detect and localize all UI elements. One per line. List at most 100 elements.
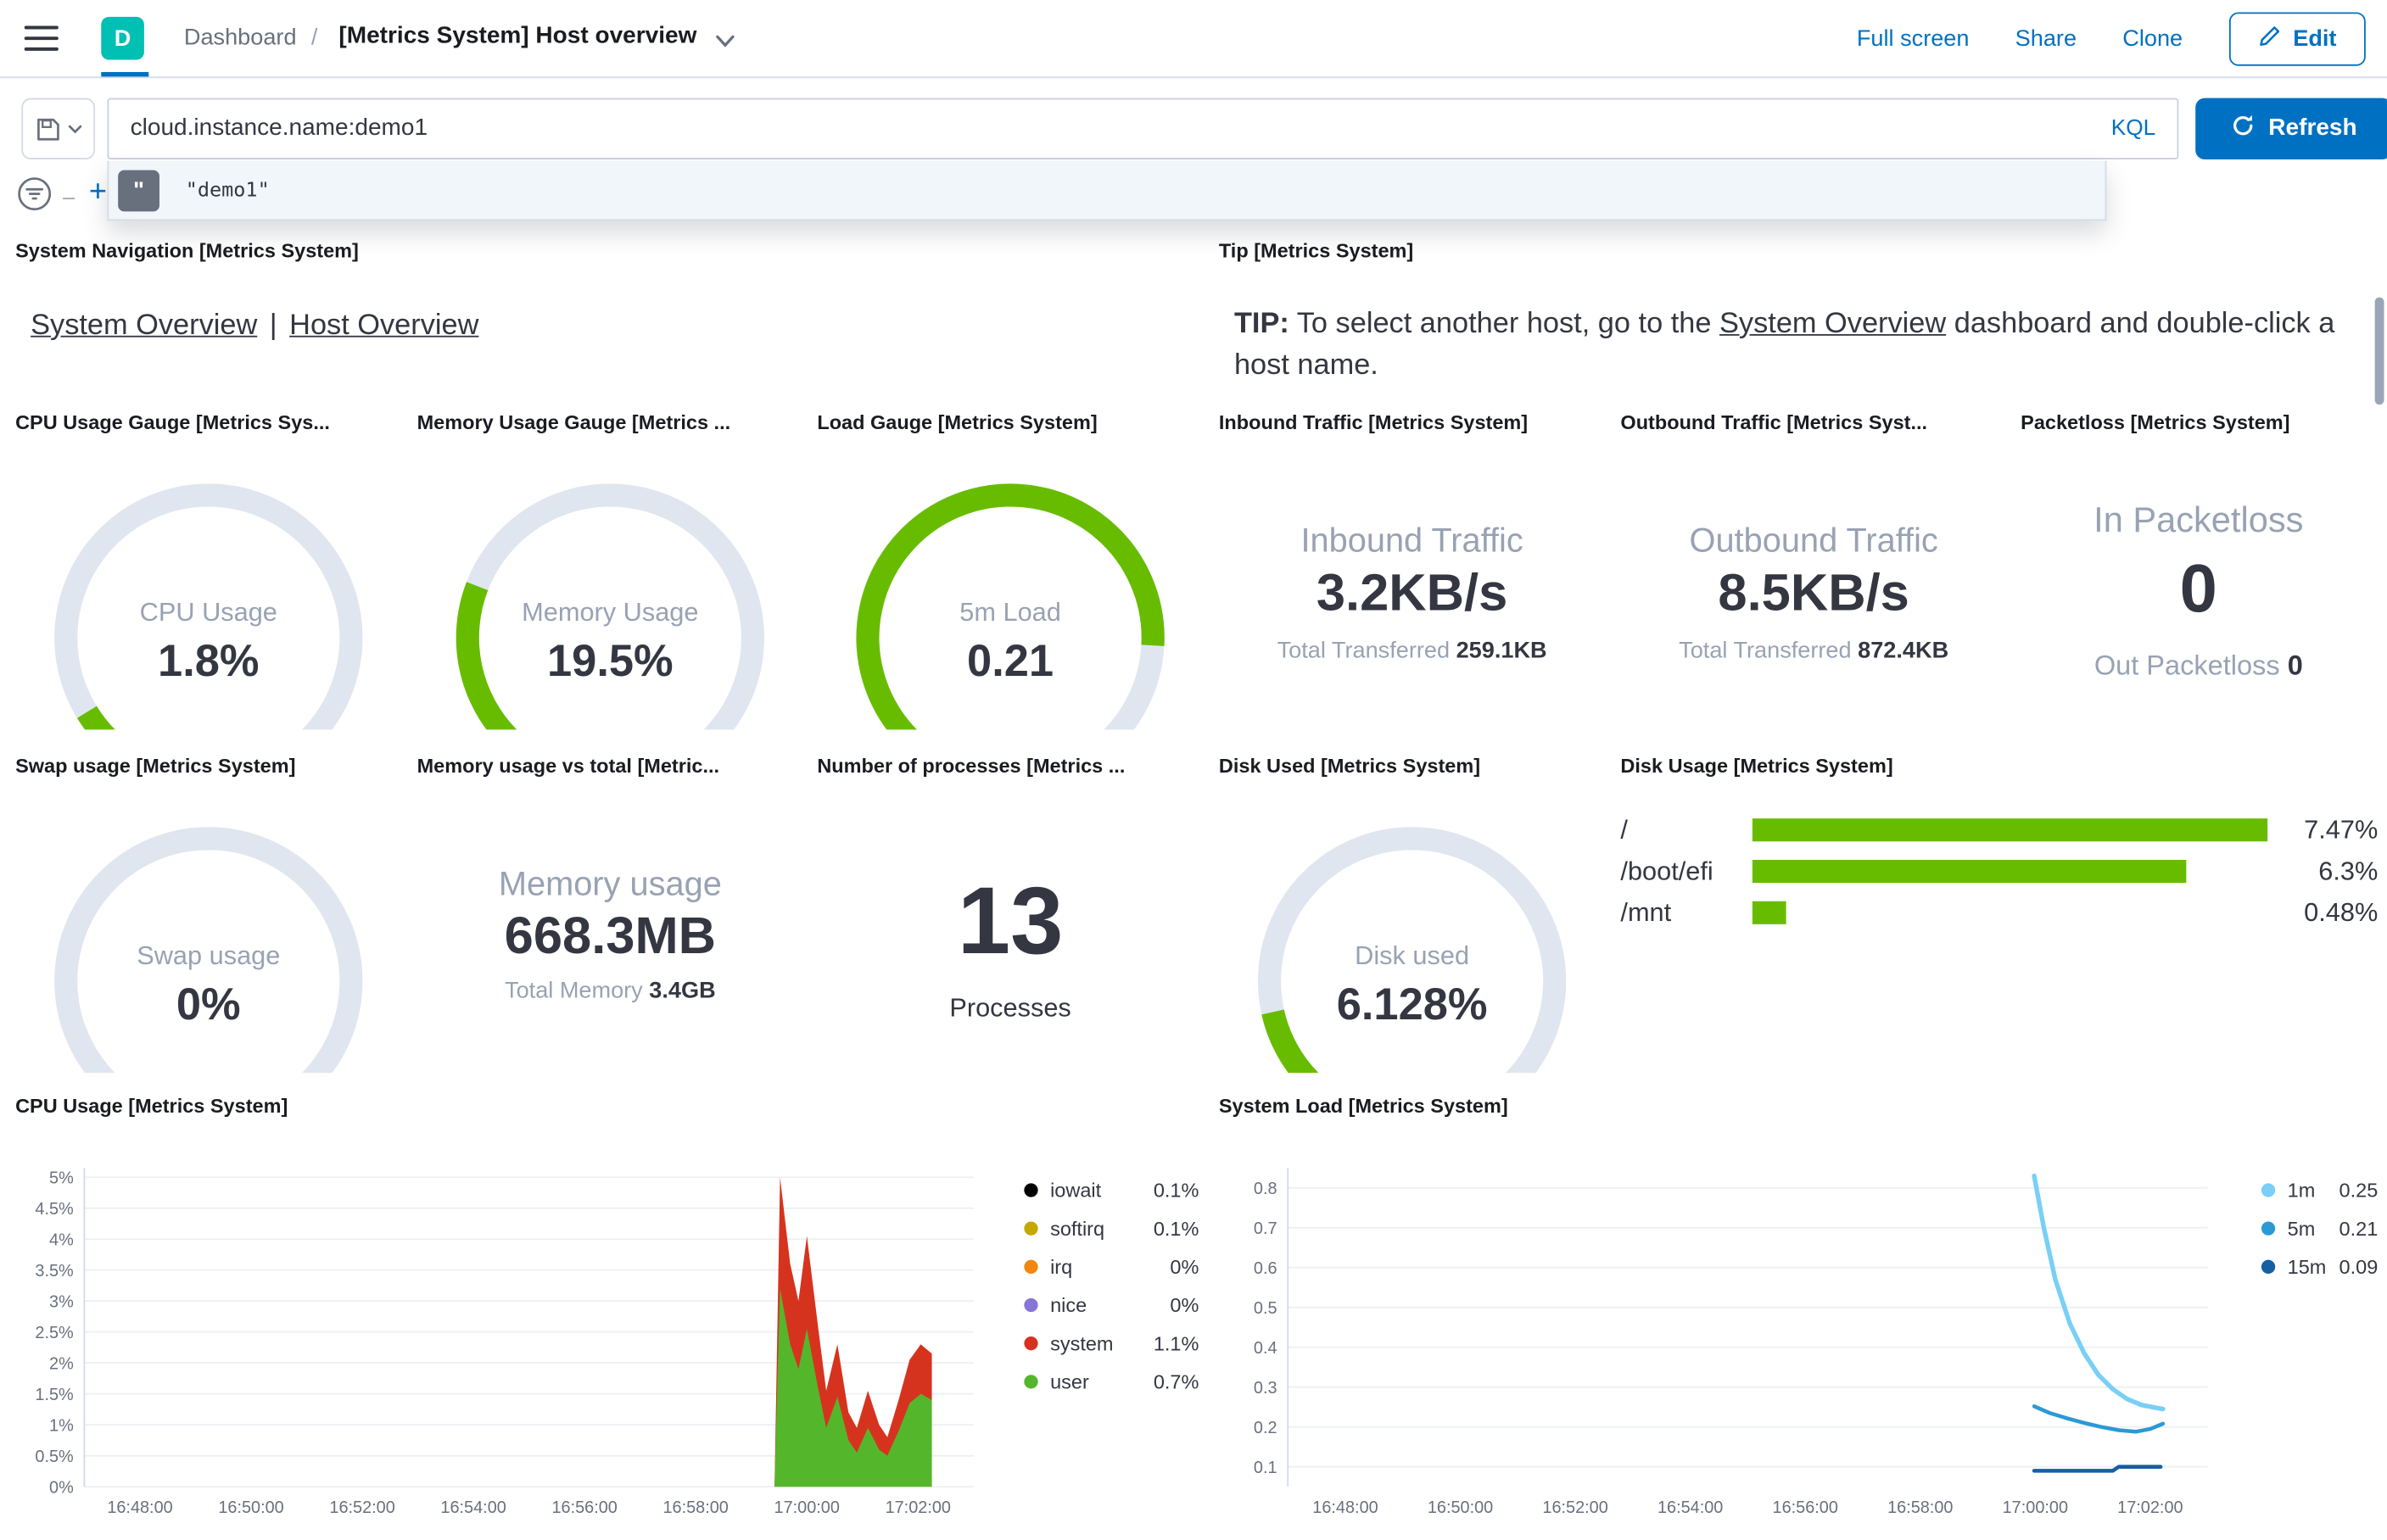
bar-value[interactable] (1752, 818, 2268, 842)
loading-indicator (101, 71, 149, 77)
link-system-overview[interactable]: System Overview (1719, 308, 1946, 340)
bar-value[interactable] (1752, 859, 2187, 884)
space-avatar[interactable]: D (101, 16, 144, 60)
legend-item[interactable]: 15m 0.09 (2261, 1247, 2378, 1286)
tip-before: To select another host, go to the (1289, 308, 1720, 341)
top-navigation-bar: D Dashboard / [Metrics System] Host over… (0, 0, 2387, 79)
svg-text:0.5%: 0.5% (35, 1448, 73, 1466)
legend-label: 15m (2287, 1255, 2327, 1279)
metric-label: Processes (949, 993, 1071, 1023)
percent-value: 0.48% (2304, 897, 2379, 927)
gauge-label: 5m Load (959, 597, 1061, 628)
panel-load-gauge: Load Gauge [Metrics System] 5m Load 0.21 (817, 410, 1203, 739)
legend-value: 0.1% (1153, 1217, 1199, 1241)
legend-value: 0% (1170, 1293, 1199, 1317)
bar-value[interactable] (1752, 901, 1786, 924)
metric-label: Memory usage (498, 864, 722, 903)
panel-title[interactable]: Load Gauge [Metrics System] (817, 410, 1203, 433)
query-suggestion-item[interactable]: " "demo1" (109, 160, 2105, 220)
legend-item[interactable]: iowait 0.1% (1024, 1171, 1199, 1209)
full-screen-button[interactable]: Full screen (1857, 25, 1970, 52)
panel-title[interactable]: Memory Usage Gauge [Metrics ... (417, 410, 803, 433)
menu-icon[interactable] (21, 20, 61, 56)
legend-value: 0.1% (1153, 1178, 1199, 1202)
legend-item[interactable]: softirq 0.1% (1024, 1209, 1199, 1247)
gauge-value: 1.8% (158, 637, 260, 687)
edit-button[interactable]: Edit (2228, 11, 2366, 65)
query-input[interactable] (109, 114, 2090, 143)
breadcrumb-dashboard[interactable]: Dashboard (184, 25, 297, 51)
navigation-links: System Overview | Host Overview (31, 310, 478, 343)
panel-title[interactable]: CPU Usage [Metrics System] (15, 1094, 1204, 1117)
sub-value: 259.1KB (1456, 637, 1547, 664)
kibana-dashboard: D Dashboard / [Metrics System] Host over… (0, 0, 2387, 1535)
gauge-label: Disk used (1355, 940, 1470, 971)
panel-disk-used-gauge: Disk Used [Metrics System] Disk used 6.1… (1219, 754, 1605, 1082)
panel-outbound-traffic: Outbound Traffic [Metrics Syst... Outbou… (1620, 410, 2006, 739)
legend-item[interactable]: 1m 0.25 (2261, 1171, 2378, 1209)
panel-title[interactable]: Packetloss [Metrics System] (2021, 410, 2376, 433)
panel-title[interactable]: Disk Used [Metrics System] (1219, 754, 1605, 777)
refresh-button-label: Refresh (2268, 114, 2357, 142)
panel-title[interactable]: Tip [Metrics System] (1219, 239, 2377, 262)
bar-track (1752, 818, 2268, 842)
link-system-overview[interactable]: System Overview (31, 310, 257, 342)
filter-icon[interactable] (17, 176, 53, 220)
save-icon (36, 117, 59, 140)
legend-item[interactable]: irq 0% (1024, 1247, 1199, 1286)
legend-dot (1024, 1375, 1038, 1389)
cpu-usage-area-chart: 5% 4.5% 4% 3.5% 3% 2.5% 2% 1.5% 1% 0.5% 0% 16:48:00… (15, 1141, 1027, 1540)
panel-title[interactable]: Memory usage vs total [Metric... (417, 754, 803, 777)
metric-subtext: Out Packetloss 0 (2021, 650, 2376, 682)
gauge-label: CPU Usage (139, 597, 277, 628)
panel-title[interactable]: Number of processes [Metrics ... (817, 754, 1203, 777)
panel-title[interactable]: System Load [Metrics System] (1219, 1094, 2384, 1117)
legend-dot (2261, 1183, 2276, 1197)
legend-value: 0.25 (2339, 1178, 2379, 1202)
legend-label: iowait (1050, 1178, 1102, 1202)
legend-dot (1024, 1259, 1038, 1274)
svg-text:16:50:00: 16:50:00 (1428, 1498, 1493, 1517)
svg-text:16:52:00: 16:52:00 (1542, 1498, 1607, 1517)
metric-subtext: Total Memory 3.4GB (417, 978, 803, 1004)
gauge-value: 0% (176, 980, 241, 1030)
svg-text:2%: 2% (49, 1354, 74, 1373)
svg-text:16:48:00: 16:48:00 (107, 1498, 172, 1517)
gauge-value: 6.128% (1336, 980, 1488, 1030)
sub-label: Out Packetloss (2094, 650, 2280, 681)
add-filter-button[interactable]: + (89, 175, 107, 210)
link-host-overview[interactable]: Host Overview (289, 310, 478, 342)
disk-usage-row: /boot/efi 6.3% (1620, 851, 2378, 892)
refresh-button[interactable]: Refresh (2195, 98, 2387, 159)
saved-query-button[interactable] (21, 98, 96, 159)
legend-item[interactable]: nice 0% (1024, 1286, 1199, 1324)
legend-value: 0.7% (1153, 1370, 1199, 1393)
page-title[interactable]: [Metrics System] Host overview (338, 23, 696, 51)
panel-title[interactable]: Disk Usage [Metrics System] (1620, 754, 2378, 777)
share-button[interactable]: Share (2015, 25, 2077, 52)
panel-title[interactable]: Inbound Traffic [Metrics System] (1219, 410, 1605, 433)
svg-text:0.4: 0.4 (1254, 1339, 1277, 1358)
panel-title[interactable]: System Navigation [Metrics System] (15, 239, 1181, 262)
cpu-usage-gauge: CPU Usage 1.8% (40, 466, 377, 730)
panel-title[interactable]: Swap usage [Metrics System] (15, 754, 401, 777)
metric-value: 8.5KB/s (1718, 564, 1909, 622)
svg-text:3%: 3% (49, 1292, 74, 1311)
query-language-switcher[interactable]: KQL (2089, 116, 2177, 141)
panel-system-navigation: System Navigation [Metrics System] Syste… (15, 239, 1181, 393)
chevron-down-icon[interactable] (714, 29, 735, 57)
panel-title[interactable]: Outbound Traffic [Metrics Syst... (1620, 410, 2006, 433)
panel-cpu-usage-gauge: CPU Usage Gauge [Metrics Sys... CPU Usag… (15, 410, 401, 739)
metric-label: Outbound Traffic (1689, 521, 1938, 560)
svg-text:2.5%: 2.5% (35, 1324, 73, 1342)
suggestion-value: "demo1" (185, 178, 270, 202)
legend-item[interactable]: user 0.7% (1024, 1363, 1199, 1401)
gauge-value: 0.21 (967, 637, 1054, 687)
legend-value: 0.09 (2339, 1255, 2379, 1279)
svg-text:0.5: 0.5 (1254, 1299, 1277, 1318)
panel-title[interactable]: CPU Usage Gauge [Metrics Sys... (15, 410, 401, 433)
legend-item[interactable]: system 1.1% (1024, 1325, 1199, 1363)
clone-button[interactable]: Clone (2122, 25, 2183, 52)
legend-item[interactable]: 5m 0.21 (2261, 1209, 2378, 1247)
svg-text:17:02:00: 17:02:00 (886, 1498, 951, 1517)
